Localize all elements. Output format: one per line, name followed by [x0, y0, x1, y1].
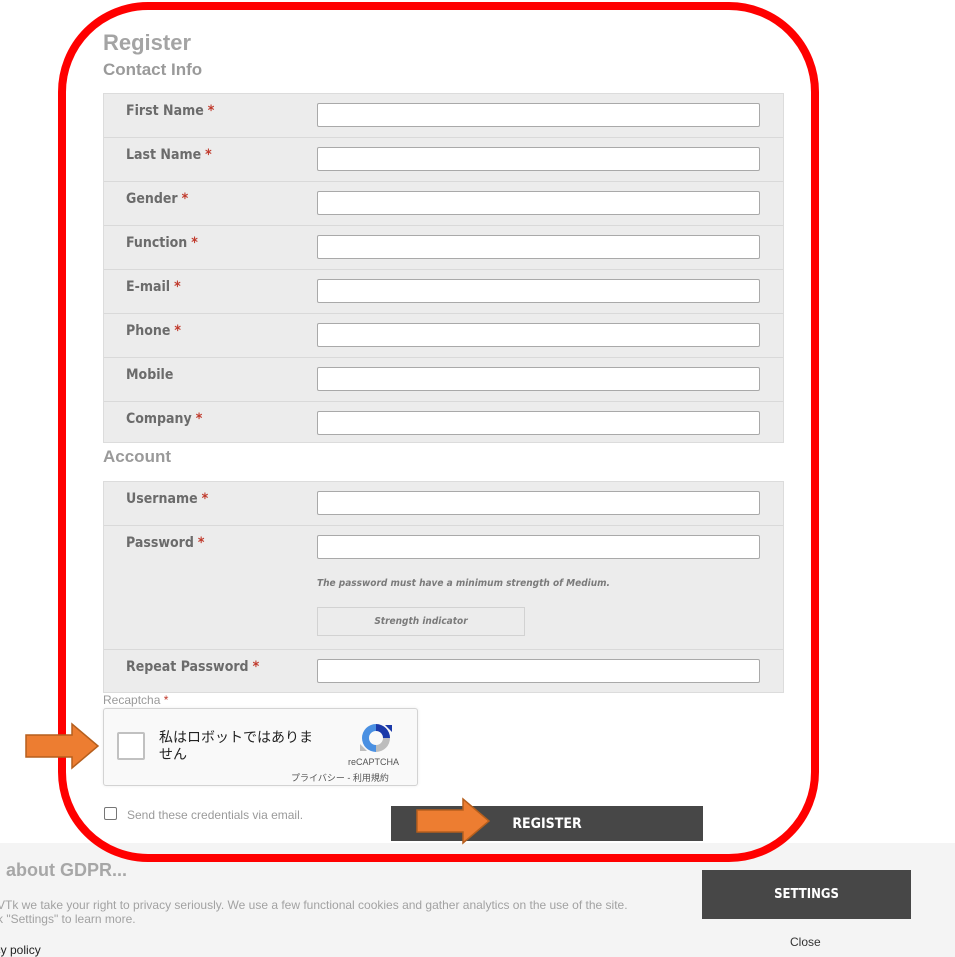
recaptcha-checkbox-text: 私はロボットではありません	[159, 729, 313, 762]
username-input[interactable]	[317, 491, 760, 515]
company-label: Company *	[126, 411, 203, 427]
mobile-label: Mobile	[126, 367, 174, 383]
account-form: Username * Password * The password must ha…	[103, 481, 784, 693]
email-input[interactable]	[317, 279, 760, 303]
recaptcha-brand: reCAPTCHA	[348, 757, 400, 767]
mobile-input[interactable]	[317, 367, 760, 391]
gdpr-title: word about GDPR...	[0, 860, 127, 880]
gender-input[interactable]	[317, 191, 760, 215]
first-name-label: First Name *	[126, 103, 215, 119]
function-label: Function *	[126, 235, 198, 251]
recaptcha-privacy-terms-links[interactable]: プライバシー - 利用規約	[291, 771, 389, 784]
form-row-phone: Phone *	[104, 314, 783, 358]
last-name-label: Last Name *	[126, 147, 212, 163]
repeat-password-label: Repeat Password *	[126, 659, 260, 675]
recaptcha-label: Recaptcha *	[103, 693, 169, 707]
first-name-input[interactable]	[317, 103, 760, 127]
username-label: Username *	[126, 491, 209, 507]
password-strength-note: The password must have a minimum strengt…	[317, 578, 610, 589]
account-heading: Account	[103, 447, 171, 466]
form-row-gender: Gender *	[104, 182, 783, 226]
email-label: E-mail *	[126, 279, 181, 295]
recaptcha-logo-icon	[360, 724, 392, 752]
gender-label: Gender *	[126, 191, 189, 207]
password-label: Password *	[126, 535, 205, 551]
form-row-first-name: First Name *	[104, 94, 783, 138]
form-row-last-name: Last Name *	[104, 138, 783, 182]
password-input[interactable]	[317, 535, 760, 559]
form-row-function: Function *	[104, 226, 783, 270]
recaptcha-widget: 私はロボットではありません reCAPTCHA プライバシー - 利用規約	[103, 708, 418, 786]
form-row-password: Password * The password must have a minim…	[104, 526, 783, 650]
form-row-email: E-mail *	[104, 270, 783, 314]
privacy-policy-link[interactable]: acy policy	[0, 943, 41, 957]
gdpr-text-line-2: k "Settings" to learn more.	[0, 912, 136, 926]
gdpr-text-line-1: VTk we take your right to privacy seriou…	[0, 898, 628, 912]
function-input[interactable]	[317, 235, 760, 259]
last-name-input[interactable]	[317, 147, 760, 171]
settings-button[interactable]: SETTINGS	[702, 870, 911, 919]
contact-info-heading: Contact Info	[103, 60, 203, 79]
company-input[interactable]	[317, 411, 760, 435]
send-credentials-label: Send these credentials via email.	[127, 808, 304, 822]
orange-arrow-icon	[25, 722, 100, 770]
strength-indicator: Strength indicator	[317, 607, 525, 636]
form-row-repeat-password: Repeat Password *	[104, 650, 783, 692]
form-row-username: Username *	[104, 482, 783, 526]
page-title: Register	[103, 30, 192, 55]
orange-arrow-icon	[416, 797, 491, 845]
phone-input[interactable]	[317, 323, 760, 347]
form-row-company: Company *	[104, 402, 783, 444]
gdpr-banner: word about GDPR... VTk we take your righ…	[0, 843, 955, 957]
close-link[interactable]: Close	[790, 935, 821, 949]
recaptcha-checkbox[interactable]	[117, 732, 145, 760]
phone-label: Phone *	[126, 323, 181, 339]
send-credentials-checkbox[interactable]	[104, 807, 117, 820]
contact-info-form: First Name * Last Name * Gender * Function *…	[103, 93, 784, 443]
form-row-mobile: Mobile	[104, 358, 783, 402]
gdpr-text: VTk we take your right to privacy seriou…	[0, 898, 677, 926]
repeat-password-input[interactable]	[317, 659, 760, 683]
